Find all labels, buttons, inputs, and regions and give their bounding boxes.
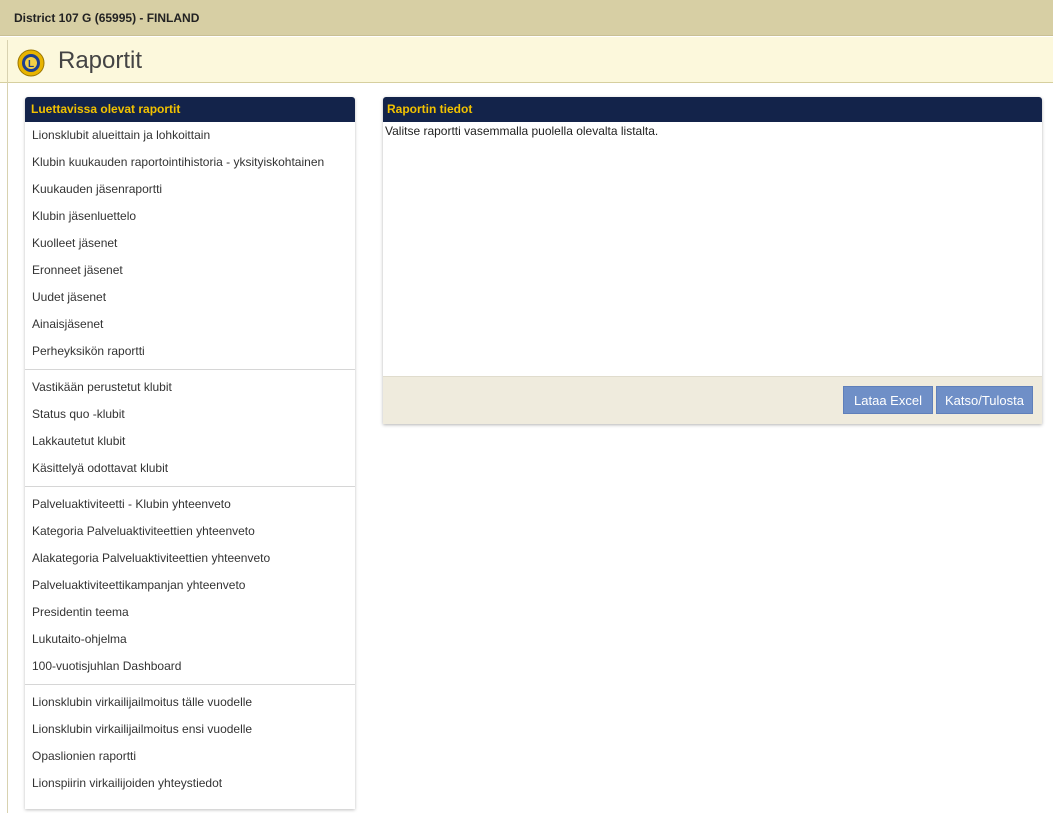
view-print-button[interactable]: Katso/Tulosta (936, 386, 1033, 414)
report-list-item[interactable]: Vastikään perustetut klubit (25, 374, 355, 401)
lions-logo-icon: L (17, 49, 45, 77)
report-list-item[interactable]: Klubin kuukauden raportointihistoria - y… (25, 149, 355, 176)
report-list-item[interactable]: Lakkautetut klubit (25, 428, 355, 455)
report-list-item[interactable]: Palveluaktiviteetti - Klubin yhteenveto (25, 491, 355, 518)
page-title: Raportit (58, 47, 143, 74)
report-list-item[interactable]: Opaslionien raportti (25, 743, 355, 770)
report-list-item[interactable]: Perheyksikön raportti (25, 338, 355, 365)
district-label: District 107 G (65995) - FINLAND (14, 11, 200, 25)
report-list-item[interactable]: Status quo -klubit (25, 401, 355, 428)
report-list-item[interactable]: Kuolleet jäsenet (25, 230, 355, 257)
available-reports-panel: Luettavissa olevat raportit Lionsklubit … (25, 97, 355, 809)
report-group-divider (25, 369, 355, 370)
district-bar: District 107 G (65995) - FINLAND (0, 0, 1053, 36)
report-details-message: Valitse raportti vasemmalla puolella ole… (385, 124, 659, 138)
report-details-panel: Raportin tiedot Valitse raportti vasemma… (383, 97, 1042, 424)
report-list-item[interactable]: Lionspiirin virkailijoiden yhteystiedot (25, 770, 355, 797)
report-list-item[interactable]: Palveluaktiviteettikampanjan yhteenveto (25, 572, 355, 599)
svg-text:L: L (28, 59, 34, 70)
report-actions-bar: Lataa Excel Katso/Tulosta (383, 376, 1042, 424)
report-list-item[interactable]: Kategoria Palveluaktiviteettien yhteenve… (25, 518, 355, 545)
report-list-item[interactable]: Lionsklubin virkailijailmoitus ensi vuod… (25, 716, 355, 743)
report-list-item[interactable]: Eronneet jäsenet (25, 257, 355, 284)
title-bar (0, 37, 1053, 83)
report-list-item[interactable]: Uudet jäsenet (25, 284, 355, 311)
report-details-header: Raportin tiedot (383, 97, 1042, 122)
report-list-item[interactable]: Ainaisjäsenet (25, 311, 355, 338)
report-list-item[interactable]: Lionsklubit alueittain ja lohkoittain (25, 122, 355, 149)
report-list-item[interactable]: Käsittelyä odottavat klubit (25, 455, 355, 482)
available-reports-header: Luettavissa olevat raportit (25, 97, 355, 122)
download-excel-button[interactable]: Lataa Excel (843, 386, 933, 414)
report-list-item[interactable]: Alakategoria Palveluaktiviteettien yhtee… (25, 545, 355, 572)
report-list: Lionsklubit alueittain ja lohkoittain Klu… (25, 122, 355, 797)
report-list-item[interactable]: Kuukauden jäsenraportti (25, 176, 355, 203)
report-group-divider (25, 486, 355, 487)
report-list-item[interactable]: 100-vuotisjuhlan Dashboard (25, 653, 355, 680)
page-left-border (7, 40, 8, 813)
report-list-item[interactable]: Lionsklubin virkailijailmoitus tälle vuo… (25, 689, 355, 716)
report-list-item[interactable]: Presidentin teema (25, 599, 355, 626)
report-group-divider (25, 684, 355, 685)
report-list-item[interactable]: Lukutaito-ohjelma (25, 626, 355, 653)
report-list-item[interactable]: Klubin jäsenluettelo (25, 203, 355, 230)
